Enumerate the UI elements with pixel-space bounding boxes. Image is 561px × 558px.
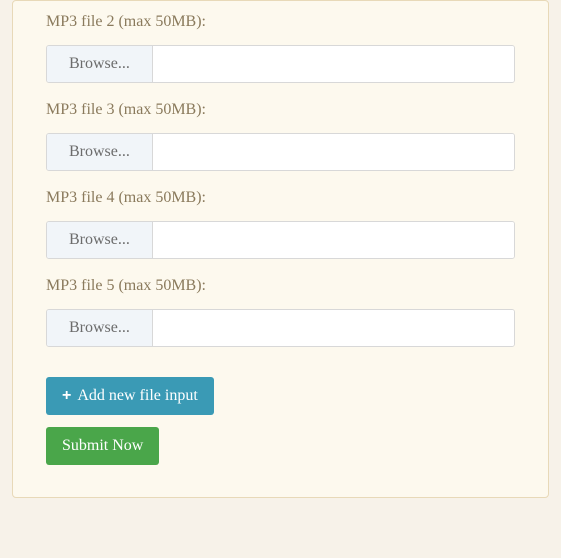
upload-panel: MP3 file 2 (max 50MB): Browse... MP3 fil…: [12, 0, 549, 498]
file-field: MP3 file 2 (max 50MB): Browse...: [46, 13, 515, 83]
actions-row: + Add new file input Submit Now: [46, 377, 515, 465]
file-name-display[interactable]: [153, 46, 514, 82]
add-file-input-button[interactable]: + Add new file input: [46, 377, 214, 415]
browse-button[interactable]: Browse...: [47, 134, 153, 170]
file-name-display[interactable]: [153, 134, 514, 170]
file-label: MP3 file 5 (max 50MB):: [46, 277, 515, 295]
file-label: MP3 file 4 (max 50MB):: [46, 189, 515, 207]
submit-button[interactable]: Submit Now: [46, 427, 159, 465]
browse-button[interactable]: Browse...: [47, 46, 153, 82]
file-input-row: Browse...: [46, 221, 515, 259]
file-label: MP3 file 2 (max 50MB):: [46, 13, 515, 31]
file-field: MP3 file 5 (max 50MB): Browse...: [46, 277, 515, 347]
file-field: MP3 file 3 (max 50MB): Browse...: [46, 101, 515, 171]
file-name-display[interactable]: [153, 222, 514, 258]
file-input-row: Browse...: [46, 133, 515, 171]
add-button-label: Add new file input: [77, 387, 197, 405]
file-label: MP3 file 3 (max 50MB):: [46, 101, 515, 119]
browse-button[interactable]: Browse...: [47, 222, 153, 258]
file-input-row: Browse...: [46, 309, 515, 347]
plus-icon: +: [62, 388, 71, 404]
file-input-row: Browse...: [46, 45, 515, 83]
file-field: MP3 file 4 (max 50MB): Browse...: [46, 189, 515, 259]
file-name-display[interactable]: [153, 310, 514, 346]
submit-button-label: Submit Now: [62, 437, 143, 455]
browse-button[interactable]: Browse...: [47, 310, 153, 346]
